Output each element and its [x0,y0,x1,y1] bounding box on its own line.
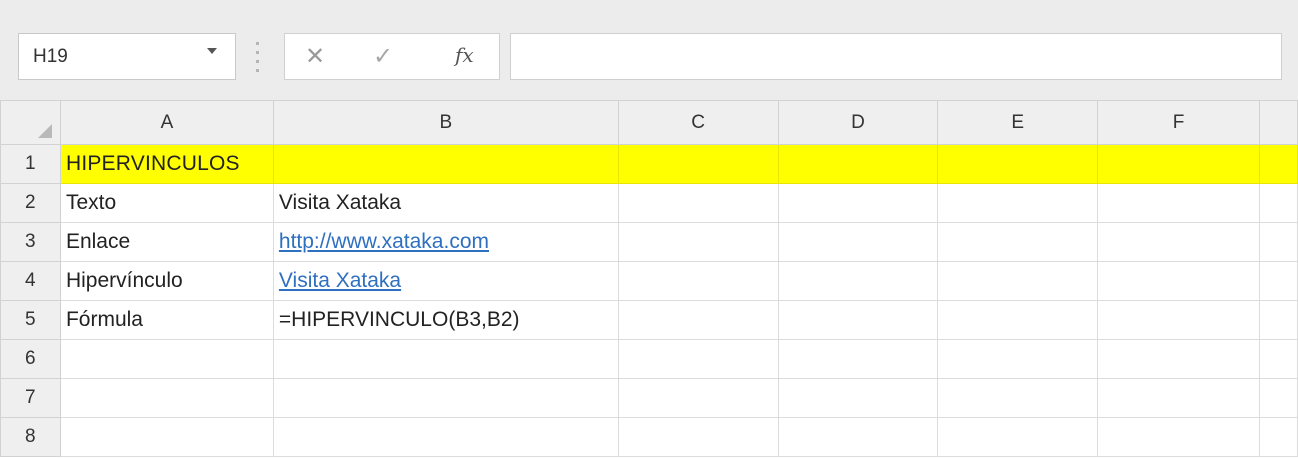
cell[interactable] [1258,339,1298,379]
table-row: 3 Enlace http://www.xataka.com [0,222,1298,262]
cell-a1[interactable]: HIPERVINCULOS [59,144,274,184]
cell[interactable] [1097,222,1260,262]
row-header[interactable]: 8 [0,417,61,457]
chevron-down-icon[interactable] [207,48,217,54]
cell[interactable] [1258,378,1298,418]
select-all-icon [37,124,52,138]
insert-function-icon[interactable]: fx [455,43,474,67]
cell[interactable] [937,378,1099,418]
cell[interactable] [617,339,779,379]
cell[interactable] [1258,144,1298,184]
cell[interactable] [1258,222,1298,262]
cell[interactable] [272,144,619,184]
cell[interactable] [1097,144,1260,184]
cell[interactable] [777,300,939,340]
column-header[interactable]: C [617,100,779,145]
cell-b5[interactable]: =HIPERVINCULO(B3,B2) [272,300,619,340]
hyperlink[interactable]: http://www.xataka.com [279,230,489,253]
row-header[interactable]: 3 [0,222,61,262]
cell[interactable] [1258,183,1298,223]
table-row: 4 Hipervínculo Visita Xataka [0,261,1298,301]
name-box-value: H19 [33,46,68,67]
row-header[interactable]: 6 [0,339,61,379]
cell[interactable] [272,339,619,379]
cell[interactable] [617,144,779,184]
column-header[interactable]: E [937,100,1099,145]
cell[interactable] [937,300,1099,340]
table-row: 1 HIPERVINCULOS [0,144,1298,184]
column-header[interactable] [1258,100,1298,145]
table-row: 5 Fórmula =HIPERVINCULO(B3,B2) [0,300,1298,340]
cell[interactable] [59,378,274,418]
cell[interactable] [272,417,619,457]
cell[interactable] [777,144,939,184]
cell[interactable] [777,183,939,223]
cell[interactable] [617,261,779,301]
cell[interactable] [617,378,779,418]
column-header-row: A B C D E F [0,100,1298,145]
row-header[interactable]: 2 [0,183,61,223]
hyperlink[interactable]: Visita Xataka [279,269,401,292]
cell[interactable] [1258,261,1298,301]
cell[interactable] [617,300,779,340]
cell[interactable] [617,222,779,262]
table-row: 6 [0,339,1298,379]
cell[interactable] [1097,183,1260,223]
cell[interactable] [937,417,1099,457]
cell-b4-link[interactable]: Visita Xataka [272,261,619,301]
cancel-icon[interactable]: ✕ [305,42,325,71]
cell[interactable] [272,378,619,418]
table-row: 7 [0,378,1298,418]
formula-buttons: ✕ ✓ fx [284,33,500,80]
cell[interactable] [937,183,1099,223]
column-header[interactable]: B [272,100,619,145]
cell[interactable] [937,261,1099,301]
cell[interactable] [1097,378,1260,418]
cell[interactable] [59,339,274,379]
cell-a3[interactable]: Enlace [59,222,274,262]
select-all-corner[interactable] [0,100,61,145]
cell[interactable] [1097,417,1260,457]
cell[interactable] [777,261,939,301]
check-icon[interactable]: ✓ [373,42,393,71]
formula-input[interactable] [510,33,1282,80]
row-header[interactable]: 1 [0,144,61,184]
cell[interactable] [1097,339,1260,379]
column-header[interactable]: D [777,100,939,145]
cell-a2[interactable]: Texto [59,183,274,223]
cell[interactable] [59,417,274,457]
cell[interactable] [1258,417,1298,457]
column-header[interactable]: A [59,100,274,145]
cell[interactable] [777,339,939,379]
cell[interactable] [777,417,939,457]
drag-handle-icon[interactable] [256,42,260,72]
cell[interactable] [937,339,1099,379]
cell-a5[interactable]: Fórmula [59,300,274,340]
row-header[interactable]: 7 [0,378,61,418]
cell-a4[interactable]: Hipervínculo [59,261,274,301]
formula-bar-area: H19 ✕ ✓ fx [0,0,1298,100]
column-header[interactable]: F [1097,100,1260,145]
table-row: 8 [0,417,1298,457]
row-header[interactable]: 4 [0,261,61,301]
name-box[interactable]: H19 [18,33,236,80]
cell-b3-link[interactable]: http://www.xataka.com [272,222,619,262]
table-row: 2 Texto Visita Xataka [0,183,1298,223]
cell[interactable] [777,222,939,262]
cell[interactable] [937,222,1099,262]
cell[interactable] [1097,261,1260,301]
cell[interactable] [617,417,779,457]
cell[interactable] [1097,300,1260,340]
cell[interactable] [1258,300,1298,340]
cell-b2[interactable]: Visita Xataka [272,183,619,223]
spreadsheet-grid: A B C D E F 1 HIPERVINCULOS 2 Texto Visi… [0,100,1298,457]
cell[interactable] [617,183,779,223]
cell[interactable] [777,378,939,418]
cell[interactable] [937,144,1099,184]
row-header[interactable]: 5 [0,300,61,340]
